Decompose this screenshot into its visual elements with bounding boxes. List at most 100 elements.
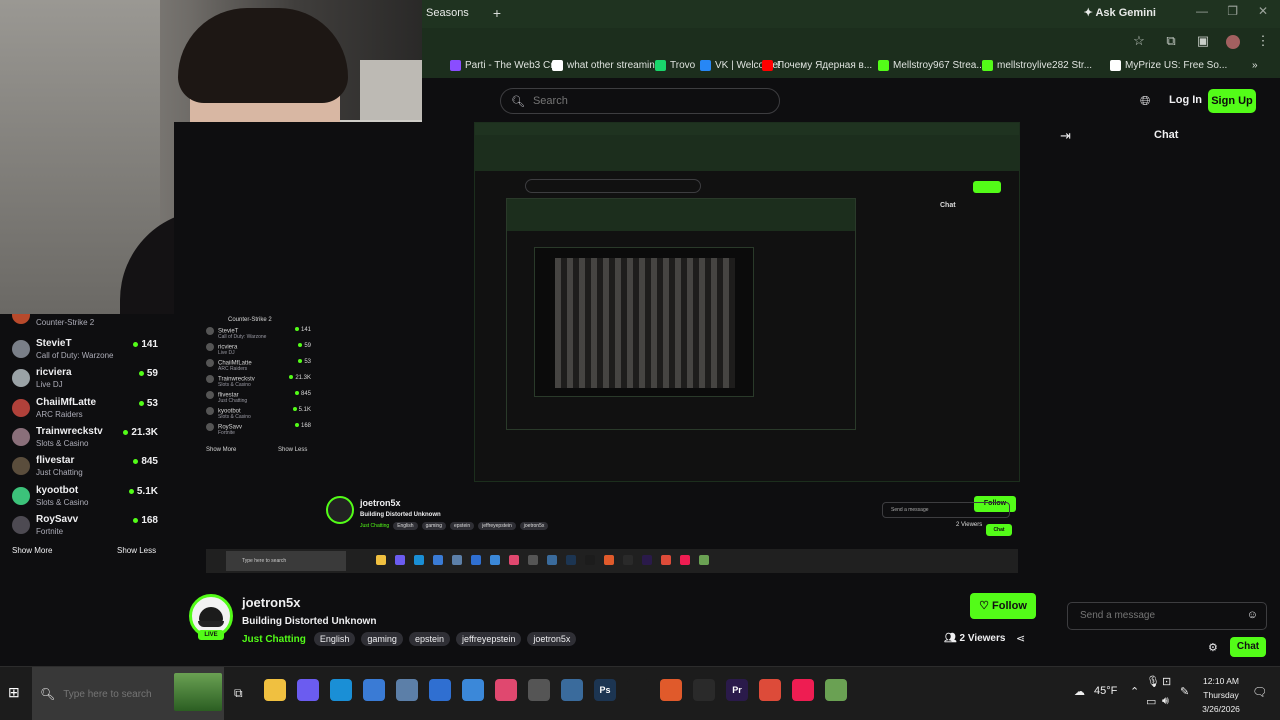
maximize-icon[interactable]: ❐ [1227, 4, 1238, 18]
notifications-icon[interactable]: 🗨︎ [1252, 685, 1267, 699]
nested-viewers: 2 Viewers [956, 522, 983, 528]
browser-tab[interactable]: Seasons [426, 7, 469, 19]
bookmark-favicon-icon [1110, 60, 1121, 71]
extensions-icon[interactable]: ⧉ [1162, 33, 1180, 49]
edge-icon[interactable] [330, 679, 352, 701]
stream-tag[interactable]: joetron5x [527, 632, 577, 646]
chat-send-button[interactable]: Chat [1230, 637, 1266, 657]
sidebar-channel-item[interactable]: ricviera Live DJ 59 [12, 367, 162, 395]
stream-tag[interactable]: gaming [361, 632, 403, 646]
bookmark-item[interactable]: Mellstroy967 Strea... [878, 60, 985, 71]
live-dot-icon [138, 400, 144, 406]
heart-app-icon[interactable] [495, 679, 517, 701]
photoshop-icon[interactable]: Ps [594, 679, 616, 701]
stream-tag[interactable]: epstein [408, 632, 450, 646]
taskbar-search-input[interactable] [63, 688, 164, 700]
emoji-icon[interactable]: ☺ [1247, 609, 1258, 621]
chat-settings-gear-icon[interactable]: ⚙ [1208, 641, 1218, 654]
nested-row-viewer-number: 59 [304, 343, 311, 349]
language-globe-icon[interactable]: 🌐︎ [1140, 93, 1150, 109]
nested-row-viewer-number: 168 [300, 423, 311, 429]
nested-row-viewer-number: 845 [300, 391, 311, 397]
viewer-count: 👥︎ 2 Viewers [944, 633, 1006, 644]
bookmark-item[interactable]: what other streamin... [552, 60, 663, 71]
show-more-button[interactable]: Show More [12, 546, 52, 555]
bookmarks-overflow-icon[interactable]: » [1252, 60, 1258, 71]
weather-temp[interactable]: 45°F [1094, 685, 1117, 697]
webcam-icon[interactable]: ⊡ [1162, 675, 1171, 688]
new-tab-button[interactable]: + [486, 2, 508, 24]
calculator-icon[interactable] [528, 679, 550, 701]
chat-message-input[interactable] [1080, 610, 1240, 621]
nested-taskbar: Type here to search [206, 549, 1018, 573]
tiktok-icon[interactable] [792, 679, 814, 701]
bookmark-star-icon[interactable]: ☆ [1130, 33, 1148, 49]
stream-video-player[interactable]: Counter-Strike 2 StevieT Call of Duty: War… [174, 122, 1052, 580]
bookmark-item[interactable]: MyPrize US: Free So... [1110, 60, 1227, 71]
profile-avatar[interactable] [1226, 35, 1240, 49]
network-icon[interactable]: ▭ [1146, 695, 1156, 708]
bookmark-item[interactable]: Почему Ядерная в... [762, 60, 872, 71]
nested-row-viewers: 141 [294, 327, 311, 333]
bookmark-item[interactable]: Trovo [655, 60, 695, 71]
nested-app-grid-icon [547, 555, 557, 565]
sidebar-channel-item[interactable]: RoySavv Fortnite 168 [12, 514, 162, 542]
menu-icon[interactable]: ⋮ [1254, 33, 1272, 49]
collapse-chat-icon[interactable]: ⇥ [1060, 128, 1071, 144]
sidebar-channel-category: Slots & Casino [36, 497, 89, 507]
close-icon[interactable]: ✕ [1258, 4, 1268, 18]
chat-input-box[interactable]: ☺ [1067, 602, 1267, 630]
volume-icon[interactable]: 🔊︎ [1162, 695, 1169, 708]
nested-row-category: Live DJ [218, 350, 235, 356]
side-panel-icon[interactable]: ▣ [1194, 33, 1212, 49]
windows-start-icon[interactable]: ⊞ [8, 684, 20, 701]
task-view-icon[interactable]: ⧉ [234, 686, 243, 701]
weather-icon[interactable]: ☁ [1074, 685, 1085, 698]
microphone-icon[interactable]: 🎙︎ [1146, 675, 1160, 688]
sidebar-channel-item[interactable]: kyootbot Slots & Casino 5.1K [12, 485, 162, 513]
cursor-icon[interactable] [627, 679, 649, 701]
nested-row-viewers: 845 [294, 391, 311, 397]
nested-premiere-icon [642, 555, 652, 565]
stream-tag[interactable]: jeffreyepstein [455, 632, 522, 646]
pen-icon[interactable]: ✎ [1180, 685, 1189, 698]
ask-gemini-button[interactable]: ✦ Ask Gemini [1084, 6, 1156, 19]
sidebar-channel-item[interactable]: Trainwreckstv Slots & Casino 21.3K [12, 426, 162, 454]
store-icon[interactable] [363, 679, 385, 701]
show-less-button[interactable]: Show Less [117, 546, 156, 555]
tray-chevron-icon[interactable]: ⌃ [1130, 685, 1139, 698]
taskbar-search[interactable]: 🔍︎ [32, 667, 224, 720]
sidebar-channel-category: Fortnite [36, 526, 64, 536]
app-icon[interactable] [396, 679, 418, 701]
bookmark-item[interactable]: mellstroylive282 Str... [982, 60, 1092, 71]
app-grid-icon[interactable] [561, 679, 583, 701]
sidebar-channel-item[interactable]: flivestar Just Chatting 845 [12, 455, 162, 483]
premiere-icon[interactable]: Pr [726, 679, 748, 701]
fire-app-icon[interactable] [660, 679, 682, 701]
bookmark-item[interactable]: Parti - The Web3 Cr... [450, 60, 561, 71]
search-box[interactable]: 🔍︎ [500, 88, 780, 114]
taskbar-clock[interactable]: 12:10 AM Thursday 3/26/2026 [1196, 674, 1246, 716]
sidebar-channel-item[interactable]: ChaiiMfLatte ARC Raiders 53 [12, 397, 162, 425]
signup-button[interactable]: Sign Up [1208, 89, 1256, 113]
channel-name[interactable]: joetron5x [242, 595, 301, 610]
category-link[interactable]: Just Chatting [242, 634, 306, 645]
chrome-icon[interactable] [759, 679, 781, 701]
sidebar-channel-category: Slots & Casino [36, 438, 89, 448]
shield-icon[interactable] [462, 679, 484, 701]
sidebar-channel-item[interactable]: StevieT Call of Duty: Warzone 141 [12, 338, 162, 366]
file-explorer-icon[interactable] [264, 679, 286, 701]
copilot-icon[interactable] [297, 679, 319, 701]
search-input[interactable] [532, 95, 733, 107]
nested-first-category: Counter-Strike 2 [228, 317, 272, 323]
share-icon[interactable]: ⋖ [1016, 632, 1025, 645]
stream-tag[interactable]: English [313, 632, 356, 646]
obs-icon[interactable] [693, 679, 715, 701]
chrome-active-icon[interactable] [825, 679, 847, 701]
mail-icon[interactable] [429, 679, 451, 701]
login-button[interactable]: Log In [1169, 94, 1202, 106]
minimize-icon[interactable]: — [1196, 4, 1208, 18]
sidebar-first-avatar[interactable] [12, 314, 30, 324]
follow-button[interactable]: ♡ Follow [970, 593, 1036, 619]
nested-chrome-icon [661, 555, 671, 565]
